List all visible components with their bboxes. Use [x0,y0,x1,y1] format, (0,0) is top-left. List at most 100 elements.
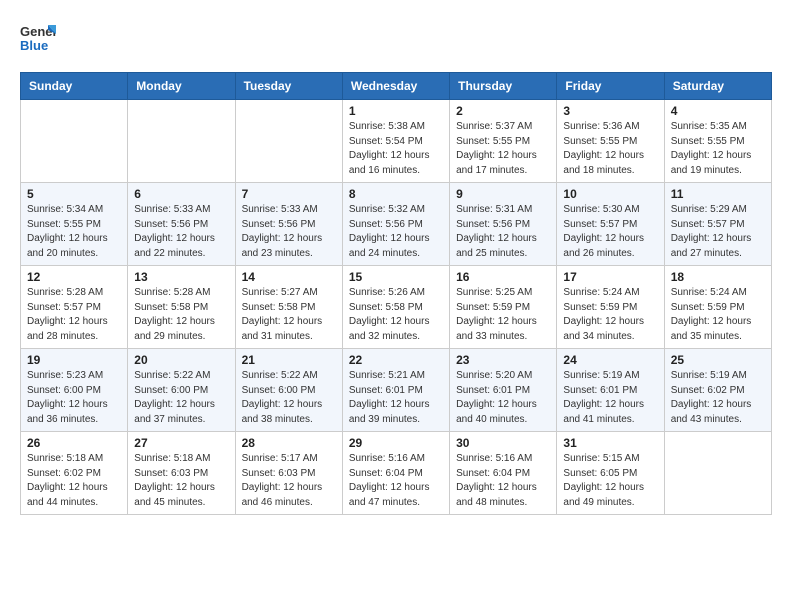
day-info: Sunrise: 5:26 AMSunset: 5:58 PMDaylight:… [349,286,443,344]
day-number: 19 [27,353,121,367]
day-info: Sunrise: 5:33 AMSunset: 5:56 PMDaylight:… [134,203,228,261]
weekday-header-tuesday: Tuesday [235,73,342,100]
calendar-day-cell: 20Sunrise: 5:22 AMSunset: 6:00 PMDayligh… [128,349,235,432]
day-info: Sunrise: 5:34 AMSunset: 5:55 PMDaylight:… [27,203,121,261]
day-number: 16 [456,270,550,284]
calendar-day-cell: 2 Sunrise: 5:37 AMSunset: 5:55 PMDaylight… [450,100,557,183]
calendar-day-cell: 6 Sunrise: 5:33 AMSunset: 5:56 PMDaylight… [128,183,235,266]
day-number: 30 [456,436,550,450]
day-info: Sunrise: 5:29 AMSunset: 5:57 PMDaylight:… [671,203,765,261]
day-number: 12 [27,270,121,284]
day-number: 6 [134,187,228,201]
day-info: Sunrise: 5:20 AMSunset: 6:01 PMDaylight:… [456,369,550,427]
day-info: Sunrise: 5:24 AMSunset: 5:59 PMDaylight:… [671,286,765,344]
calendar-day-cell: 18Sunrise: 5:24 AMSunset: 5:59 PMDayligh… [664,266,771,349]
calendar-day-cell: 11 Sunrise: 5:29 AMSunset: 5:57 PMDayligh… [664,183,771,266]
day-info: Sunrise: 5:16 AMSunset: 6:04 PMDaylight:… [349,452,443,510]
calendar-week-row: 5 Sunrise: 5:34 AMSunset: 5:55 PMDaylight… [21,183,772,266]
calendar-day-cell: 8Sunrise: 5:32 AMSunset: 5:56 PMDaylight… [342,183,449,266]
day-info: Sunrise: 5:16 AMSunset: 6:04 PMDaylight:… [456,452,550,510]
weekday-header-sunday: Sunday [21,73,128,100]
calendar-day-cell: 31Sunrise: 5:15 AMSunset: 6:05 PMDayligh… [557,432,664,515]
day-info: Sunrise: 5:33 AMSunset: 5:56 PMDaylight:… [242,203,336,261]
day-info: Sunrise: 5:22 AMSunset: 6:00 PMDaylight:… [134,369,228,427]
calendar-day-cell: 14 Sunrise: 5:27 AMSunset: 5:58 PMDayligh… [235,266,342,349]
day-number: 25 [671,353,765,367]
calendar-day-cell: 13Sunrise: 5:28 AMSunset: 5:58 PMDayligh… [128,266,235,349]
day-number: 22 [349,353,443,367]
weekday-header-row: SundayMondayTuesdayWednesdayThursdayFrid… [21,73,772,100]
calendar-day-cell: 27 Sunrise: 5:18 AMSunset: 6:03 PMDayligh… [128,432,235,515]
day-info: Sunrise: 5:38 AMSunset: 5:54 PMDaylight:… [349,120,443,178]
day-number: 13 [134,270,228,284]
weekday-header-saturday: Saturday [664,73,771,100]
day-number: 7 [242,187,336,201]
weekday-header-monday: Monday [128,73,235,100]
calendar-day-cell: 29 Sunrise: 5:16 AMSunset: 6:04 PMDayligh… [342,432,449,515]
calendar-week-row: 12 Sunrise: 5:28 AMSunset: 5:57 PMDayligh… [21,266,772,349]
empty-cell [21,100,128,183]
day-number: 8 [349,187,443,201]
day-info: Sunrise: 5:18 AMSunset: 6:03 PMDaylight:… [134,452,228,510]
weekday-header-thursday: Thursday [450,73,557,100]
weekday-header-wednesday: Wednesday [342,73,449,100]
day-info: Sunrise: 5:22 AMSunset: 6:00 PMDaylight:… [242,369,336,427]
day-number: 31 [563,436,657,450]
day-number: 11 [671,187,765,201]
day-number: 17 [563,270,657,284]
calendar-day-cell: 12 Sunrise: 5:28 AMSunset: 5:57 PMDayligh… [21,266,128,349]
calendar-day-cell: 4Sunrise: 5:35 AMSunset: 5:55 PMDaylight… [664,100,771,183]
day-info: Sunrise: 5:37 AMSunset: 5:55 PMDaylight:… [456,120,550,178]
day-number: 24 [563,353,657,367]
day-info: Sunrise: 5:30 AMSunset: 5:57 PMDaylight:… [563,203,657,261]
day-number: 1 [349,104,443,118]
day-info: Sunrise: 5:28 AMSunset: 5:57 PMDaylight:… [27,286,121,344]
calendar-day-cell: 15Sunrise: 5:26 AMSunset: 5:58 PMDayligh… [342,266,449,349]
day-number: 3 [563,104,657,118]
day-info: Sunrise: 5:36 AMSunset: 5:55 PMDaylight:… [563,120,657,178]
day-number: 10 [563,187,657,201]
calendar-day-cell: 30 Sunrise: 5:16 AMSunset: 6:04 PMDayligh… [450,432,557,515]
day-number: 9 [456,187,550,201]
page-header: General Blue [20,20,772,56]
day-info: Sunrise: 5:21 AMSunset: 6:01 PMDaylight:… [349,369,443,427]
calendar-day-cell: 21Sunrise: 5:22 AMSunset: 6:00 PMDayligh… [235,349,342,432]
calendar-day-cell: 9Sunrise: 5:31 AMSunset: 5:56 PMDaylight… [450,183,557,266]
day-number: 4 [671,104,765,118]
day-number: 5 [27,187,121,201]
calendar-day-cell: 19 Sunrise: 5:23 AMSunset: 6:00 PMDayligh… [21,349,128,432]
calendar-day-cell: 26Sunrise: 5:18 AMSunset: 6:02 PMDayligh… [21,432,128,515]
day-number: 29 [349,436,443,450]
day-info: Sunrise: 5:24 AMSunset: 5:59 PMDaylight:… [563,286,657,344]
calendar-day-cell: 23 Sunrise: 5:20 AMSunset: 6:01 PMDayligh… [450,349,557,432]
day-info: Sunrise: 5:18 AMSunset: 6:02 PMDaylight:… [27,452,121,510]
day-info: Sunrise: 5:27 AMSunset: 5:58 PMDaylight:… [242,286,336,344]
day-number: 27 [134,436,228,450]
calendar-week-row: 26Sunrise: 5:18 AMSunset: 6:02 PMDayligh… [21,432,772,515]
day-info: Sunrise: 5:19 AMSunset: 6:01 PMDaylight:… [563,369,657,427]
day-info: Sunrise: 5:25 AMSunset: 5:59 PMDaylight:… [456,286,550,344]
day-info: Sunrise: 5:23 AMSunset: 6:00 PMDaylight:… [27,369,121,427]
day-number: 14 [242,270,336,284]
calendar-day-cell: 24 Sunrise: 5:19 AMSunset: 6:01 PMDayligh… [557,349,664,432]
day-info: Sunrise: 5:17 AMSunset: 6:03 PMDaylight:… [242,452,336,510]
calendar-day-cell: 5 Sunrise: 5:34 AMSunset: 5:55 PMDaylight… [21,183,128,266]
calendar-table: SundayMondayTuesdayWednesdayThursdayFrid… [20,72,772,515]
day-number: 28 [242,436,336,450]
calendar-day-cell: 22 Sunrise: 5:21 AMSunset: 6:01 PMDayligh… [342,349,449,432]
calendar-day-cell: 17 Sunrise: 5:24 AMSunset: 5:59 PMDayligh… [557,266,664,349]
day-number: 2 [456,104,550,118]
logo: General Blue [20,20,56,56]
calendar-day-cell: 16 Sunrise: 5:25 AMSunset: 5:59 PMDayligh… [450,266,557,349]
calendar-day-cell: 28 Sunrise: 5:17 AMSunset: 6:03 PMDayligh… [235,432,342,515]
day-number: 23 [456,353,550,367]
calendar-day-cell: 1 Sunrise: 5:38 AMSunset: 5:54 PMDaylight… [342,100,449,183]
empty-cell [128,100,235,183]
empty-cell [664,432,771,515]
day-info: Sunrise: 5:19 AMSunset: 6:02 PMDaylight:… [671,369,765,427]
calendar-day-cell: 25 Sunrise: 5:19 AMSunset: 6:02 PMDayligh… [664,349,771,432]
calendar-day-cell: 10 Sunrise: 5:30 AMSunset: 5:57 PMDayligh… [557,183,664,266]
logo-icon: General Blue [20,20,56,56]
svg-text:Blue: Blue [20,38,48,53]
calendar-day-cell: 3 Sunrise: 5:36 AMSunset: 5:55 PMDaylight… [557,100,664,183]
